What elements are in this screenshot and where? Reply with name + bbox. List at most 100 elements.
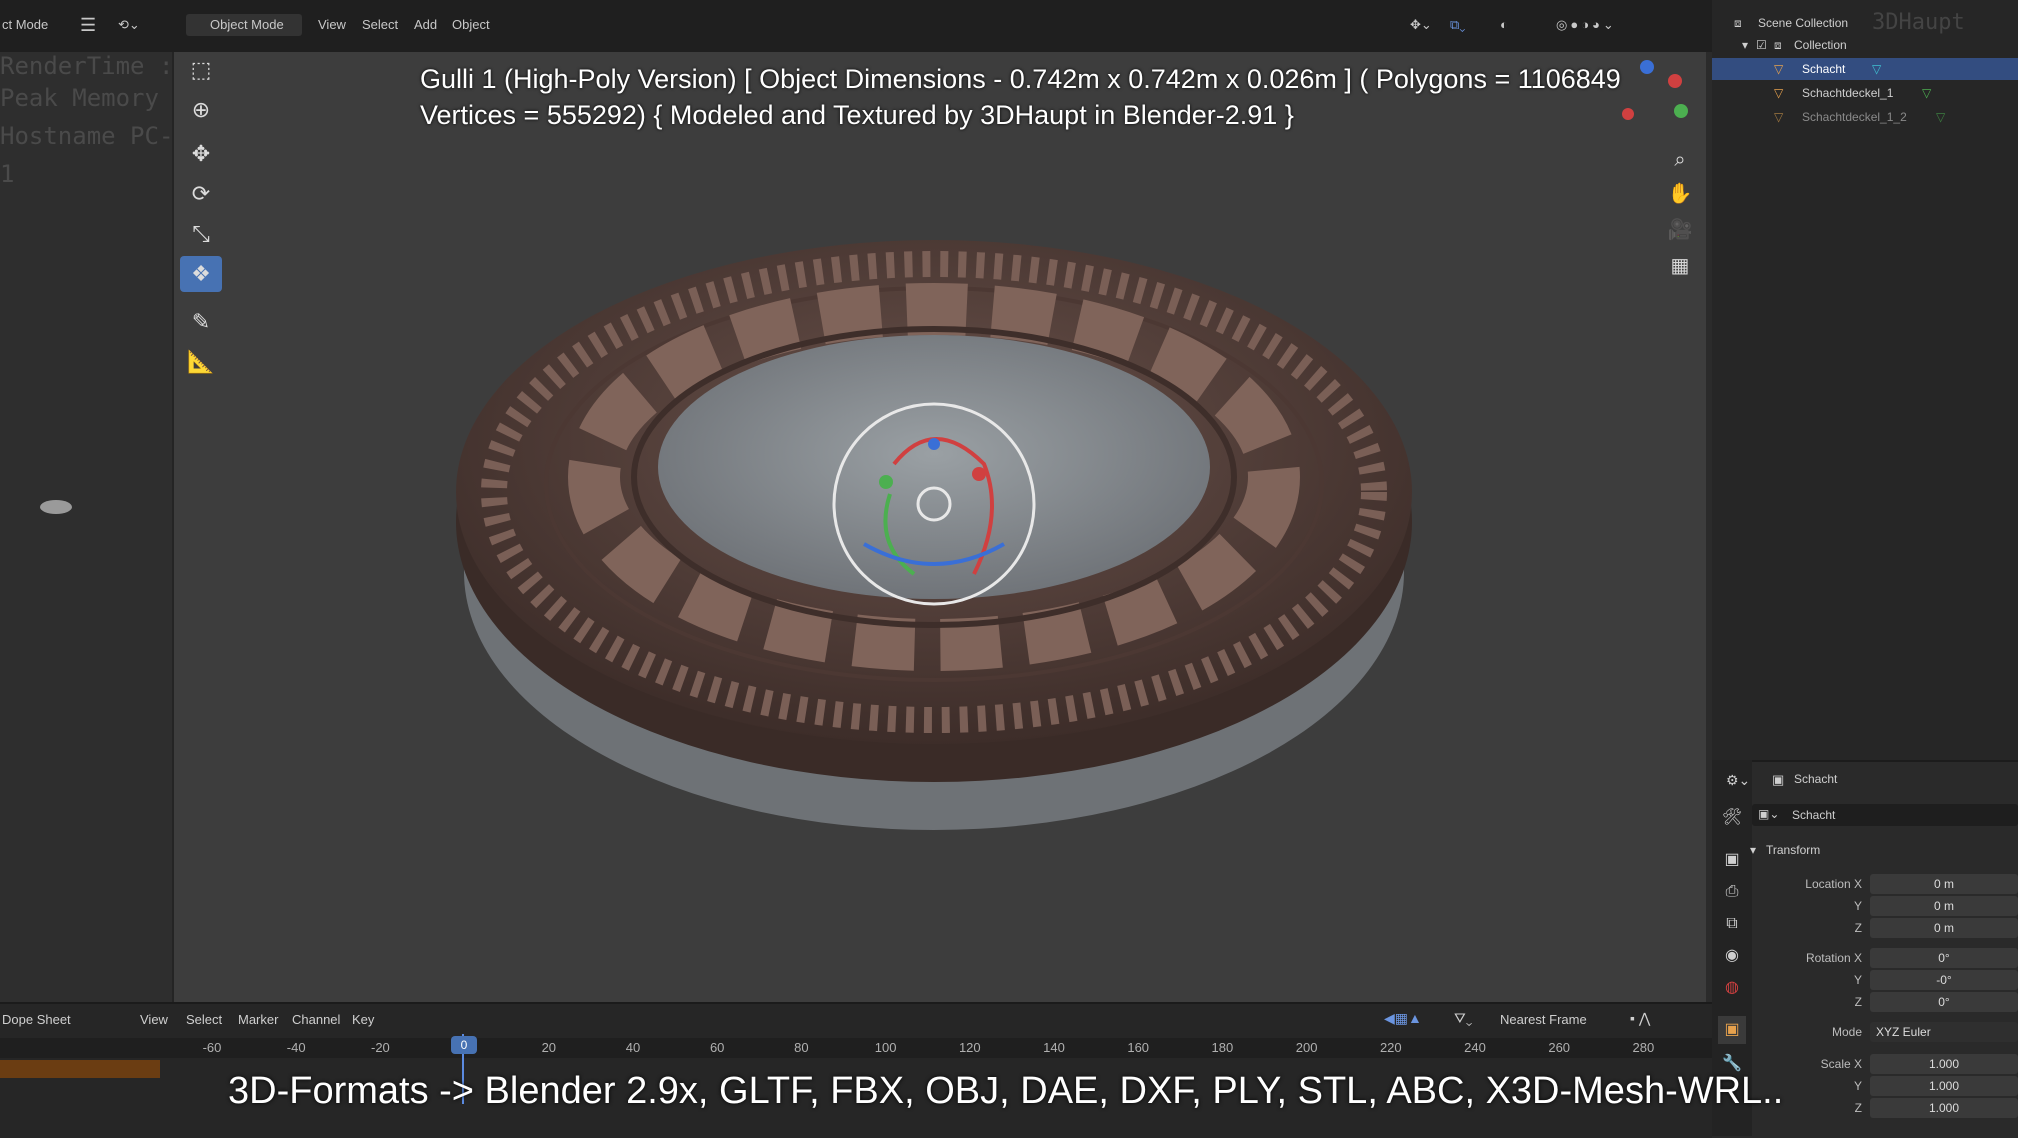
nav-axis-x-icon[interactable]	[1668, 74, 1682, 88]
snap-dropdown[interactable]: Nearest Frame	[1500, 1012, 1587, 1027]
measure-icon[interactable]: 📐	[180, 344, 222, 380]
current-frame-indicator[interactable]: 0	[451, 1036, 477, 1054]
nav-axis-y-icon[interactable]	[1674, 104, 1688, 118]
transform-section-label[interactable]: Transform	[1766, 843, 1820, 857]
editor-type-dropdown[interactable]: Dope Sheet	[2, 1012, 71, 1027]
scale-z-field[interactable]: 1.000	[1870, 1098, 2018, 1118]
frame-ruler[interactable]	[0, 1038, 1712, 1058]
location-x-field[interactable]: 0 m	[1870, 874, 2018, 894]
rotation-y-field[interactable]: -0°	[1870, 970, 2018, 990]
timeline-filter-icons[interactable]: ◀▦▲	[1384, 1010, 1422, 1027]
grid-view-icon[interactable]: ▦	[1666, 252, 1694, 280]
mesh-data-icon: ▽	[1922, 86, 1932, 100]
pan-hand-icon[interactable]: ✋	[1666, 180, 1694, 208]
object-icon: ▣	[1772, 772, 1785, 787]
properties-object-name: Schacht	[1794, 772, 1838, 786]
outliner-item-schachtdeckel-1[interactable]: ▽ Schachtdeckel_1 ▽	[1712, 82, 2018, 104]
menu-view[interactable]: View	[318, 14, 346, 36]
stone-center	[658, 335, 1210, 599]
object-name-value: Schacht	[1792, 808, 1836, 822]
mesh-data-icon: ▽	[1872, 62, 1882, 76]
collection-checkbox-icon[interactable]: ☑	[1756, 34, 1767, 56]
overlay-toggle-icon[interactable]: ⧉⌄	[1450, 14, 1480, 36]
collection-icon: ⧈	[1774, 38, 1782, 52]
rotation-mode-dropdown[interactable]: XYZ Euler	[1870, 1022, 2018, 1042]
view-layer-tab-icon[interactable]: ⧉	[1718, 910, 1746, 938]
render-tab-icon[interactable]: ▣	[1718, 846, 1746, 874]
output-tab-icon[interactable]: ⎙	[1718, 878, 1746, 906]
object-type-icon: ▣⌄	[1758, 807, 1780, 821]
shading-buttons[interactable]: ◎●◑◕⌄	[1556, 14, 1656, 36]
mesh-object-icon: ▽	[1774, 110, 1784, 124]
object-name-field[interactable]: ▣⌄ Schacht	[1752, 804, 2018, 826]
frame-tick-label: 20	[541, 1040, 557, 1055]
frame-tick-label: 100	[874, 1040, 897, 1055]
mesh-data-icon: ▽	[1936, 110, 1946, 124]
collection-expand-icon[interactable]: ▾	[1742, 34, 1748, 56]
cursor-icon[interactable]: ⊕	[180, 92, 222, 128]
light-object-icon[interactable]	[40, 500, 72, 514]
menu-add[interactable]: Add	[414, 14, 437, 36]
header-bar: ct Mode ☰ ⟲⌄ Object Mode View Select Add…	[0, 0, 1712, 52]
transform-orient-icon[interactable]: ⟲⌄	[118, 14, 148, 36]
outliner-item-label: Schacht	[1802, 62, 1846, 76]
zoom-icon[interactable]: ⌕	[1666, 146, 1694, 174]
scene-tab-icon[interactable]: ◉	[1718, 942, 1746, 970]
select-box-icon[interactable]: ⬚	[180, 52, 222, 88]
mesh-object-icon: ▽	[1774, 62, 1784, 76]
hamburger-icon[interactable]: ☰	[80, 14, 100, 36]
timeline-menu-key[interactable]: Key	[352, 1012, 374, 1027]
camera-icon[interactable]: 🎥	[1666, 216, 1694, 244]
timeline-menu-channel[interactable]: Channel	[292, 1012, 340, 1027]
gizmo-toggle-icon[interactable]: ✥⌄	[1410, 14, 1440, 36]
annotate-icon[interactable]: ✎	[180, 304, 222, 340]
object-mode-dropdown[interactable]: Object Mode	[186, 14, 302, 36]
xray-icon[interactable]: ◐	[1500, 14, 1520, 36]
3d-viewport[interactable]: Gulli 1 (High-Poly Version) [ Object Dim…	[174, 52, 1706, 1002]
frame-tick-label: -60	[202, 1040, 222, 1055]
mode-menu[interactable]: ct Mode	[2, 14, 66, 36]
location-y-field[interactable]: 0 m	[1870, 896, 2018, 916]
info-line-text: 1	[0, 160, 15, 188]
filter-icon[interactable]: ⛛⌄	[1454, 1010, 1472, 1027]
scale-icon[interactable]: ⤡	[180, 216, 222, 252]
timeline-menu-marker[interactable]: Marker	[238, 1012, 278, 1027]
outliner-item-schachtdeckel-1-2[interactable]: ▽ Schachtdeckel_1_2 ▽	[1712, 106, 2018, 128]
frame-tick-label: 140	[1043, 1040, 1065, 1055]
rotation-y-label: Y	[1853, 973, 1862, 987]
manhole-render[interactable]	[174, 52, 1706, 1002]
tool-tab-icon[interactable]: 🛠	[1718, 804, 1746, 832]
rotation-z-field[interactable]: 0°	[1870, 992, 2018, 1012]
rotation-x-field[interactable]: 0°	[1870, 948, 2018, 968]
location-z-field[interactable]: 0 m	[1870, 918, 2018, 938]
transform-section-toggle[interactable]: ▾	[1750, 843, 1756, 857]
frame-tick-label: 260	[1548, 1040, 1571, 1055]
move-icon[interactable]: ✥	[180, 136, 222, 172]
object-tab-icon[interactable]: ▣	[1718, 1016, 1746, 1044]
mode-label: Mode	[1831, 1025, 1862, 1039]
watermark-text: 3DHaupt	[1872, 10, 1965, 35]
summary-channel[interactable]	[0, 1060, 160, 1078]
world-tab-icon[interactable]: ◍	[1718, 974, 1746, 1002]
menu-object[interactable]: Object	[452, 14, 490, 36]
frame-tick-label: 200	[1295, 1040, 1318, 1055]
collection-label[interactable]: Collection	[1794, 34, 1847, 56]
properties-menu-icon[interactable]: ⚙⌄	[1726, 772, 1750, 789]
frame-tick-label: 120	[958, 1040, 981, 1055]
location-y-label: Y	[1853, 899, 1862, 913]
scale-y-field[interactable]: 1.000	[1870, 1076, 2018, 1096]
outliner-item-schacht[interactable]: ▽ Schacht ▽	[1712, 58, 2018, 80]
rotate-icon[interactable]: ⟳	[180, 176, 222, 212]
transform-icon[interactable]: ❖	[180, 256, 222, 292]
menu-select[interactable]: Select	[362, 14, 398, 36]
frame-tick-label: 40	[625, 1040, 641, 1055]
frame-tick-label: 160	[1127, 1040, 1150, 1055]
nav-axis-z-icon[interactable]	[1640, 60, 1654, 74]
nav-axis-negx-icon[interactable]	[1622, 108, 1634, 120]
proportional-icon[interactable]: ▪ ⋀	[1630, 1010, 1650, 1027]
timeline-menu-view[interactable]: View	[140, 1012, 168, 1027]
outliner-item-label: Schachtdeckel_1_2	[1802, 110, 1907, 124]
scale-x-field[interactable]: 1.000	[1870, 1054, 2018, 1074]
timeline-menu-select[interactable]: Select	[186, 1012, 222, 1027]
scene-collection-label[interactable]: Scene Collection	[1758, 12, 1848, 34]
